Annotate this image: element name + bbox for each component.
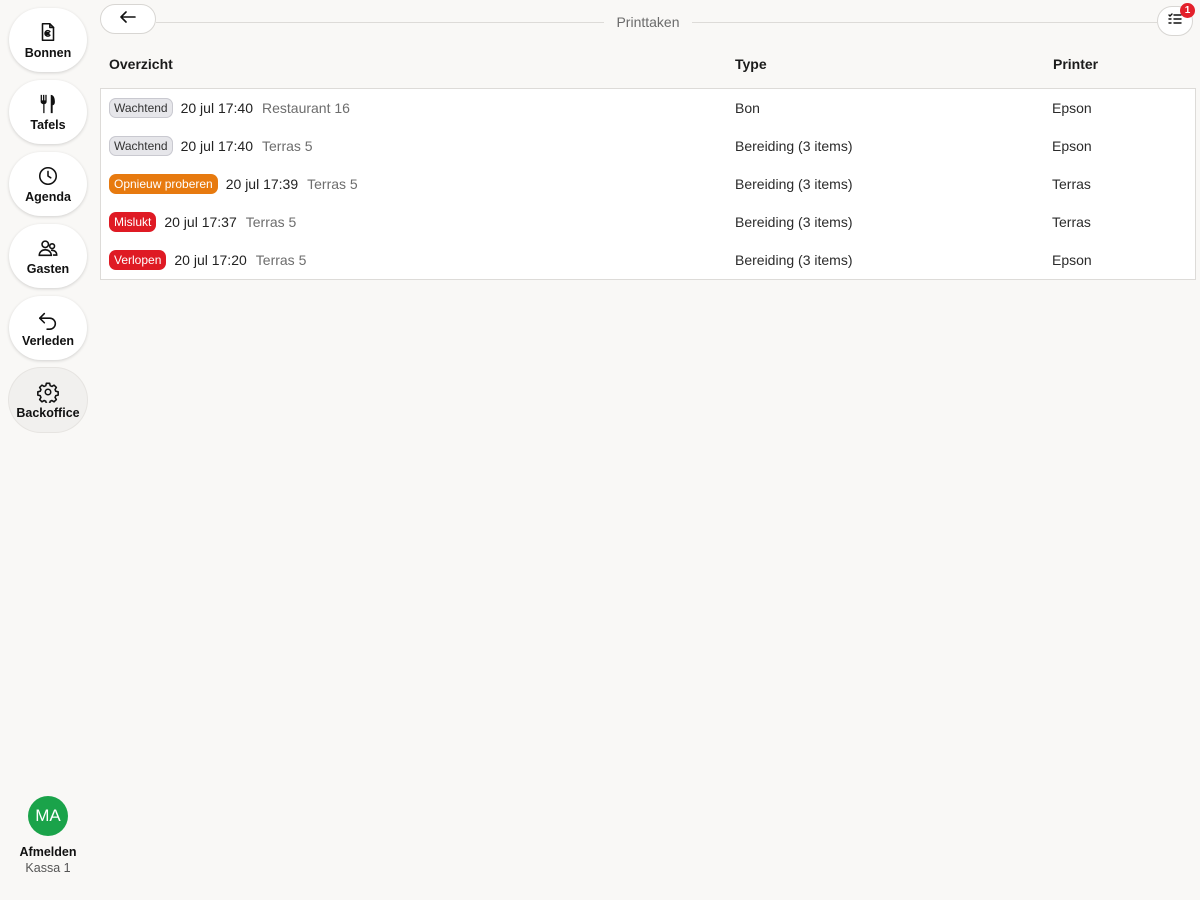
job-location: Terras 5 (262, 138, 313, 154)
table-row[interactable]: Mislukt 20 jul 17:37 Terras 5 Bereiding … (101, 203, 1195, 241)
avatar[interactable]: MA (28, 796, 68, 836)
job-datetime: 20 jul 17:39 (225, 176, 299, 192)
nav-bonnen-button[interactable]: Bonnen (9, 8, 87, 72)
job-printer: Epson (1052, 138, 1092, 154)
print-queue-button[interactable]: 1 (1157, 3, 1195, 36)
job-type: Bereiding (3 items) (735, 138, 853, 154)
register-name: Kassa 1 (25, 861, 71, 875)
overview-cell: Mislukt 20 jul 17:37 Terras 5 (109, 203, 296, 241)
arrow-left-icon (119, 10, 137, 29)
notification-badge: 1 (1180, 3, 1195, 18)
table-row[interactable]: Wachtend 20 jul 17:40 Terras 5 Bereiding… (101, 127, 1195, 165)
job-type: Bereiding (3 items) (735, 176, 853, 192)
cutlery-icon (37, 93, 59, 115)
job-datetime: 20 jul 17:40 (180, 100, 253, 116)
logout-link[interactable]: Afmelden (0, 845, 96, 859)
table-row[interactable]: Wachtend 20 jul 17:40 Restaurant 16 Bon … (101, 89, 1195, 127)
clock-icon (37, 165, 59, 187)
nav-tafels-button[interactable]: Tafels (9, 80, 87, 144)
job-type: Bon (735, 100, 760, 116)
job-type: Bereiding (3 items) (735, 252, 853, 268)
nav-gasten-button[interactable]: Gasten (9, 224, 87, 288)
status-badge: Wachtend (109, 136, 173, 156)
page-title: Printtaken (616, 14, 680, 30)
divider (156, 22, 604, 23)
column-header-type: Type (735, 56, 767, 72)
nav-label: Backoffice (16, 405, 80, 420)
job-location: Terras 5 (307, 176, 358, 192)
job-printer: Terras (1052, 176, 1091, 192)
status-badge: Mislukt (109, 212, 157, 232)
divider (692, 22, 1157, 23)
table-row[interactable]: Verlopen 20 jul 17:20 Terras 5 Bereiding… (101, 241, 1195, 279)
status-badge: Verlopen (109, 250, 167, 270)
job-type: Bereiding (3 items) (735, 214, 853, 230)
job-location: Terras 5 (245, 214, 297, 230)
nav-agenda-button[interactable]: Agenda (9, 152, 87, 216)
nav-verleden-button[interactable]: Verleden (9, 296, 87, 360)
nav-label: Tafels (30, 117, 66, 132)
nav-backoffice-button[interactable]: Backoffice (9, 368, 87, 432)
overview-cell: Wachtend 20 jul 17:40 Terras 5 (109, 127, 313, 165)
nav-label: Bonnen (24, 45, 72, 60)
table-row[interactable]: Opnieuw proberen 20 jul 17:39 Terras 5 B… (101, 165, 1195, 203)
job-location: Terras 5 (255, 252, 307, 268)
status-badge: Opnieuw proberen (109, 174, 218, 194)
overview-cell: Opnieuw proberen 20 jul 17:39 Terras 5 (109, 165, 358, 203)
users-icon (37, 237, 59, 259)
job-datetime: 20 jul 17:40 (180, 138, 253, 154)
receipt-euro-icon (37, 21, 59, 43)
gear-icon (37, 381, 59, 403)
back-button[interactable] (100, 4, 156, 34)
overview-cell: Wachtend 20 jul 17:40 Restaurant 16 (109, 89, 350, 127)
job-datetime: 20 jul 17:37 (164, 214, 237, 230)
top-bar: Printtaken 1 (100, 3, 1195, 36)
job-location: Restaurant 16 (262, 100, 350, 116)
overview-cell: Verlopen 20 jul 17:20 Terras 5 (109, 241, 306, 279)
job-printer: Epson (1052, 100, 1092, 116)
sidebar: Bonnen Tafels Agenda Gasten Verleden Bac… (0, 0, 96, 900)
list-check-icon (1168, 12, 1182, 30)
status-badge: Wachtend (109, 98, 173, 118)
print-jobs-table: Wachtend 20 jul 17:40 Restaurant 16 Bon … (100, 88, 1196, 280)
job-datetime: 20 jul 17:20 (174, 252, 247, 268)
undo-arrow-icon (37, 309, 59, 331)
column-header-overview: Overzicht (109, 56, 173, 72)
job-printer: Epson (1052, 252, 1092, 268)
job-printer: Terras (1052, 214, 1091, 230)
nav-label: Agenda (25, 189, 71, 204)
nav-label: Gasten (26, 261, 70, 276)
column-header-printer: Printer (1053, 56, 1099, 72)
nav-label: Verleden (21, 333, 75, 348)
